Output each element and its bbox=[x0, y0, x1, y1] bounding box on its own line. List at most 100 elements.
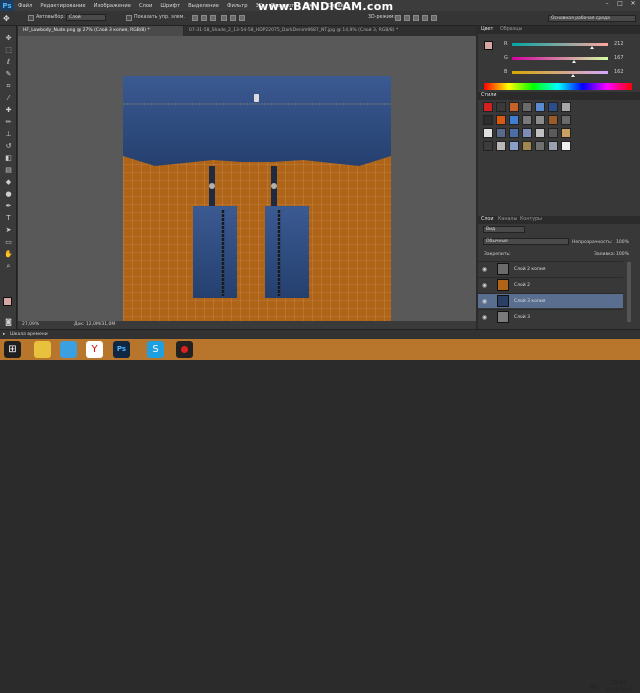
gradient-tool-icon[interactable]: ▤ bbox=[4, 166, 13, 175]
slider-g-knob[interactable] bbox=[572, 60, 577, 63]
show-controls-checkbox[interactable] bbox=[126, 15, 132, 21]
autoselect-checkbox[interactable] bbox=[28, 15, 34, 21]
document-canvas[interactable] bbox=[123, 76, 391, 354]
style-swatch[interactable] bbox=[509, 115, 519, 125]
slider-g[interactable]: G 167 bbox=[504, 55, 638, 65]
tab-swatches[interactable]: Образцы bbox=[500, 27, 522, 32]
roll-3d-icon[interactable] bbox=[404, 15, 410, 21]
hand-tool-icon[interactable]: ✋ bbox=[4, 250, 13, 259]
fill-value[interactable]: 100% bbox=[616, 252, 629, 257]
slider-r-knob[interactable] bbox=[589, 46, 594, 49]
close-button[interactable]: ✕ bbox=[627, 0, 639, 9]
canvas-workspace[interactable] bbox=[18, 36, 476, 354]
blur-tool-icon[interactable]: ◆ bbox=[4, 178, 13, 187]
style-swatch[interactable] bbox=[561, 141, 571, 151]
slider-r-value[interactable]: 212 bbox=[614, 41, 624, 47]
visibility-eye-icon[interactable]: ◉ bbox=[481, 282, 488, 289]
marquee-tool-icon[interactable]: ⬚ bbox=[4, 46, 13, 55]
visibility-eye-icon[interactable]: ◉ bbox=[481, 314, 488, 321]
align-bottom-icon[interactable] bbox=[210, 15, 216, 21]
style-swatch[interactable] bbox=[509, 141, 519, 151]
slider-r[interactable]: R 212 bbox=[504, 41, 638, 51]
move-tool-icon[interactable]: ✥ bbox=[3, 14, 12, 23]
move-tool-icon[interactable]: ✥ bbox=[4, 34, 13, 43]
style-swatch[interactable] bbox=[483, 115, 493, 125]
maximize-button[interactable]: □ bbox=[614, 0, 626, 9]
tab-layers[interactable]: Слои bbox=[481, 217, 493, 222]
color-foreground-swatch[interactable] bbox=[484, 41, 493, 50]
slider-b-value[interactable]: 162 bbox=[614, 69, 624, 75]
history-brush-tool-icon[interactable]: ↺ bbox=[4, 142, 13, 151]
quick-select-tool-icon[interactable]: ✎ bbox=[4, 70, 13, 79]
style-swatch[interactable] bbox=[561, 102, 571, 112]
layers-scrollbar[interactable] bbox=[627, 262, 631, 322]
brush-tool-icon[interactable]: ✏ bbox=[4, 118, 13, 127]
photoshop-taskbar-icon[interactable]: Ps bbox=[113, 341, 130, 358]
layer-name[interactable]: Слой 3 bbox=[514, 315, 530, 320]
path-select-tool-icon[interactable]: ➤ bbox=[4, 226, 13, 235]
type-tool-icon[interactable]: T bbox=[4, 214, 13, 223]
eyedropper-tool-icon[interactable]: ⁄ bbox=[4, 94, 13, 103]
style-swatch[interactable] bbox=[548, 128, 558, 138]
style-swatch[interactable] bbox=[522, 115, 532, 125]
menu-type[interactable]: Шрифт bbox=[156, 3, 184, 9]
lasso-tool-icon[interactable]: ℓ bbox=[4, 58, 13, 67]
crop-tool-icon[interactable]: ⌗ bbox=[4, 82, 13, 91]
zoom-level[interactable]: 27,09% bbox=[22, 322, 39, 327]
minimize-button[interactable]: – bbox=[601, 0, 613, 9]
style-swatch[interactable] bbox=[483, 128, 493, 138]
align-vcenter-icon[interactable] bbox=[201, 15, 207, 21]
layer-name[interactable]: Слой 3 копия bbox=[514, 299, 545, 304]
rotate-3d-icon[interactable] bbox=[395, 15, 401, 21]
scale-3d-icon[interactable] bbox=[431, 15, 437, 21]
style-swatch[interactable] bbox=[535, 128, 545, 138]
slider-b-knob[interactable] bbox=[571, 74, 576, 77]
align-hcenter-icon[interactable] bbox=[230, 15, 236, 21]
style-swatch[interactable] bbox=[483, 102, 493, 112]
foreground-color-swatch[interactable] bbox=[3, 297, 12, 306]
autoselect-dropdown[interactable]: Слой bbox=[66, 14, 106, 21]
visibility-eye-icon[interactable]: ◉ bbox=[481, 298, 488, 305]
layer-row-selected[interactable]: ◉ Слой 3 копия bbox=[478, 293, 623, 308]
layer-row[interactable]: ◉ Слой 2 копия bbox=[478, 261, 623, 276]
start-button-icon[interactable]: ⊞ bbox=[4, 341, 21, 358]
tab-paths[interactable]: Контуры bbox=[520, 217, 542, 222]
style-swatch[interactable] bbox=[509, 102, 519, 112]
style-swatch[interactable] bbox=[483, 141, 493, 151]
style-swatch[interactable] bbox=[522, 128, 532, 138]
style-swatch[interactable] bbox=[496, 115, 506, 125]
zoom-tool-icon[interactable]: ⌕ bbox=[4, 262, 13, 271]
visibility-eye-icon[interactable]: ◉ bbox=[481, 266, 488, 273]
style-swatch[interactable] bbox=[548, 115, 558, 125]
layer-name[interactable]: Слой 2 копия bbox=[514, 267, 545, 272]
opacity-value[interactable]: 100% bbox=[616, 240, 629, 245]
menu-layers[interactable]: Слои bbox=[135, 3, 156, 9]
blend-mode-dropdown[interactable]: Обычные bbox=[483, 238, 569, 245]
style-swatch[interactable] bbox=[548, 141, 558, 151]
styles-panel-title[interactable]: Стили bbox=[481, 93, 496, 98]
bandicam-icon[interactable] bbox=[176, 341, 193, 358]
tab-document-2[interactable]: 07-31-58_Shade_2_13-54-58_HDP22075_DarkD… bbox=[184, 26, 476, 36]
browser-icon[interactable] bbox=[60, 341, 77, 358]
pen-tool-icon[interactable]: ✒ bbox=[4, 202, 13, 211]
file-explorer-icon[interactable] bbox=[34, 341, 51, 358]
eraser-tool-icon[interactable]: ◧ bbox=[4, 154, 13, 163]
color-spectrum-ramp[interactable] bbox=[484, 83, 632, 90]
language-indicator[interactable]: РУС bbox=[590, 685, 600, 691]
skype-icon[interactable]: S bbox=[147, 341, 164, 358]
slider-b-track[interactable] bbox=[512, 71, 608, 74]
style-swatch[interactable] bbox=[561, 128, 571, 138]
menu-file[interactable]: Файл bbox=[14, 3, 36, 9]
slider-b[interactable]: B 162 bbox=[504, 69, 638, 79]
tab-channels[interactable]: Каналы bbox=[498, 217, 517, 222]
slider-g-value[interactable]: 167 bbox=[614, 55, 624, 61]
stamp-tool-icon[interactable]: ⊥ bbox=[4, 130, 13, 139]
slide-3d-icon[interactable] bbox=[422, 15, 428, 21]
layer-name[interactable]: Слой 2 bbox=[514, 283, 530, 288]
style-swatch[interactable] bbox=[522, 141, 532, 151]
menu-image[interactable]: Изображение bbox=[90, 3, 135, 9]
style-swatch[interactable] bbox=[509, 128, 519, 138]
clock-time[interactable]: 23:33 bbox=[611, 680, 625, 686]
style-swatch[interactable] bbox=[496, 102, 506, 112]
align-right-icon[interactable] bbox=[239, 15, 245, 21]
